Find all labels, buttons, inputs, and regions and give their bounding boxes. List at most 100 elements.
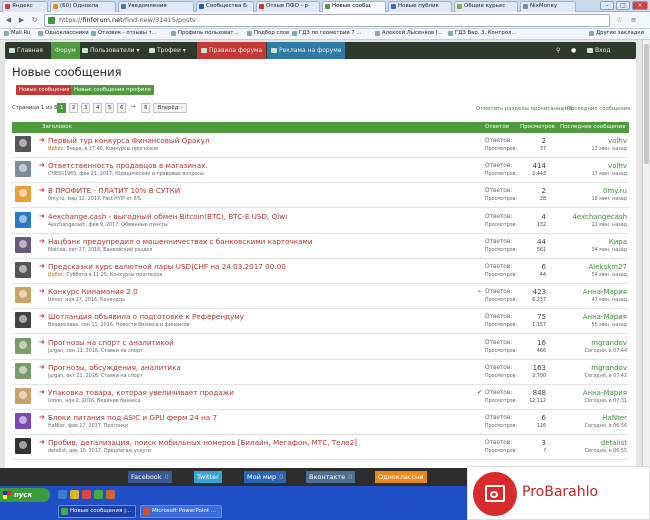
- search-icon[interactable]: ⚲: [552, 42, 564, 59]
- thread-title-link[interactable]: Первый тур конкурса Финансовый Оракул: [48, 136, 209, 145]
- table-row[interactable]: ➜ Прогнозы, обсуждения, аналитика jurgan, …: [12, 360, 629, 385]
- mark-read-link[interactable]: Отметить разделы прочитанными: [476, 106, 572, 112]
- last-post-user-link[interactable]: HaNter: [547, 414, 627, 422]
- close-icon[interactable]: ×: [632, 1, 648, 10]
- tab-7[interactable]: Общие курьес: [454, 1, 518, 12]
- other-bookmarks[interactable]: Другие закладки: [588, 30, 644, 36]
- star-icon[interactable]: ☆: [614, 15, 625, 26]
- avatar[interactable]: [15, 337, 31, 354]
- table-row[interactable]: ➜ Пробив, детализация, поиск мобильных но…: [12, 435, 629, 461]
- avatar[interactable]: [15, 312, 31, 329]
- thread-title-link[interactable]: Прогнозы, обсуждения, аналитика: [48, 363, 181, 372]
- vk-share-button[interactable]: Вконтакте 0: [306, 471, 356, 483]
- last-post-time[interactable]: Сегодня, в 06:56: [547, 424, 627, 429]
- avatar[interactable]: [15, 211, 31, 228]
- twitter-share-button[interactable]: Twitter: [194, 471, 222, 483]
- table-row[interactable]: ➜ Первый тур конкурса Финансовый Оракул Ир…: [12, 133, 629, 158]
- tab-2[interactable]: Уведомления: [118, 1, 194, 12]
- forward-icon[interactable]: ▶: [16, 15, 27, 26]
- scrollbar-thumb[interactable]: [644, 44, 649, 164]
- table-row[interactable]: ➜ Прогнозы на спорт с аналитикой jurgan, с…: [12, 335, 629, 360]
- bookmark-item[interactable]: Одноклассники: [37, 30, 89, 36]
- bookmark-item[interactable]: Отзовик - отзывы т...: [90, 30, 157, 36]
- avatar[interactable]: [15, 262, 31, 278]
- thread-title-link[interactable]: Пробив, детализация, поиск мобильных ном…: [48, 438, 357, 447]
- last-post-user-link[interactable]: detalist: [547, 439, 627, 447]
- last-post-time[interactable]: 13 мин. назад: [547, 147, 627, 152]
- tab-new-posts[interactable]: Новые сообщения: [16, 85, 73, 95]
- tab-profile-posts[interactable]: Новые сообщения профиля: [71, 85, 154, 95]
- last-post-time[interactable]: 34 мин. назад: [547, 248, 627, 253]
- tab-5-active[interactable]: Новые сообщ: [322, 1, 386, 12]
- opera-icon[interactable]: [82, 490, 91, 499]
- last-post-user-link[interactable]: mgrandov: [547, 364, 627, 372]
- last-post-user-link[interactable]: Анна-Мария: [547, 288, 627, 296]
- thread-title-link[interactable]: Нацбанк предупредил о мошенничествах с б…: [48, 237, 313, 246]
- nav-rules[interactable]: Правила форума: [197, 42, 267, 59]
- page-4-button[interactable]: 4: [93, 103, 103, 113]
- tab-0[interactable]: Яндекс: [2, 1, 48, 12]
- last-post-time[interactable]: 18 мин. назад: [547, 197, 627, 202]
- thread-title-link[interactable]: Предсказки курс валютной пары USD|CHF на…: [48, 262, 286, 271]
- thread-title-link[interactable]: Шотландия объявила о подготовке к Рефере…: [48, 312, 244, 321]
- header-title[interactable]: Заголовок: [42, 122, 72, 133]
- table-row[interactable]: ➜ Шотландия объявила о подготовке к Рефер…: [12, 309, 629, 335]
- table-row[interactable]: ➜ В ПРОФИТЕ - ПЛАТИТ 10% В СУТКИ 0my.ru, м…: [12, 183, 629, 209]
- page-6-button[interactable]: 6: [117, 103, 127, 113]
- table-row[interactable]: ➜ Предсказки курс валютной пары USD|CHF н…: [12, 259, 629, 284]
- tab-6[interactable]: Новые публик: [388, 1, 452, 12]
- page-2-button[interactable]: 2: [69, 103, 79, 113]
- menu-icon[interactable]: ≡: [628, 15, 639, 26]
- header-last-post[interactable]: Последнее сообщение: [560, 122, 626, 133]
- thread-prefix[interactable]: Ирбис: [48, 273, 63, 278]
- tab-3[interactable]: Сообщества Б: [196, 1, 254, 12]
- start-button[interactable]: пуск: [0, 488, 50, 502]
- thread-title-link[interactable]: Конкурс Кинамания 2.0: [48, 287, 138, 296]
- avatar[interactable]: [15, 362, 31, 379]
- last-post-time[interactable]: Сегодня, в 06:55: [547, 449, 627, 454]
- last-post-user-link[interactable]: volhv: [547, 137, 627, 145]
- avatar[interactable]: [15, 287, 31, 304]
- bookmark-item[interactable]: Mail.Ru: [3, 30, 30, 36]
- nav-ads[interactable]: Реклама на форуме: [267, 42, 346, 59]
- last-post-time[interactable]: 54 мин. назад: [547, 273, 627, 278]
- task-powerpoint[interactable]: Microsoft PowerPoint ...: [140, 505, 222, 518]
- last-post-time[interactable]: Сегодня, в 07:42: [547, 374, 627, 379]
- last-post-time[interactable]: 22 мин. назад: [547, 223, 627, 228]
- nav-users[interactable]: Пользователи ▾: [78, 42, 143, 59]
- nav-forum[interactable]: Форум: [51, 42, 80, 59]
- reload-icon[interactable]: ↻: [29, 15, 40, 26]
- folder-icon[interactable]: [70, 490, 79, 499]
- maximize-icon[interactable]: □: [616, 1, 630, 10]
- login-button[interactable]: Вход: [583, 42, 615, 59]
- facebook-share-button[interactable]: Facebook 0: [128, 471, 172, 483]
- back-icon[interactable]: ◀: [3, 15, 14, 26]
- mymir-share-button[interactable]: Мой мир 0: [244, 471, 287, 483]
- bookmark-item[interactable]: Подбор слов: [246, 30, 289, 36]
- thread-prefix[interactable]: Ирбис: [48, 147, 63, 152]
- header-replies[interactable]: Ответов: [485, 122, 509, 133]
- bookmark-item[interactable]: Алексей Лысенков |...: [374, 30, 443, 36]
- avatar[interactable]: [15, 438, 31, 455]
- avatar[interactable]: [15, 388, 31, 404]
- last-post-user-link[interactable]: Анна-Мария: [547, 389, 627, 397]
- next-page-button[interactable]: Вперёд ›: [153, 103, 187, 113]
- address-field[interactable]: https://finforum.net/find-new/31415/post…: [44, 14, 610, 27]
- thread-title-link[interactable]: Блоки питания под ASIC и GPU ферм 24 на …: [48, 413, 217, 422]
- bookmark-item[interactable]: Профиль пользоват...: [170, 30, 239, 36]
- user-icon[interactable]: ●: [567, 42, 580, 59]
- header-views[interactable]: Просмотров: [520, 122, 555, 133]
- task-browser[interactable]: Новые сообщения |...: [58, 505, 136, 518]
- thread-title-link[interactable]: Прогнозы на спорт с аналитикой: [48, 338, 174, 347]
- scrollbar[interactable]: [642, 40, 650, 468]
- thread-title-link[interactable]: Ответственность продавцов в магазинах.: [48, 161, 208, 170]
- last-post-time[interactable]: Сегодня, в 07:44: [547, 349, 627, 354]
- avatar[interactable]: [15, 161, 31, 178]
- last-post-time[interactable]: Сегодня, в 07:31: [547, 399, 627, 404]
- page-5-button[interactable]: 5: [105, 103, 115, 113]
- table-row[interactable]: ➜ 4exchange.cash - выгодный обмен Bitcoin…: [12, 209, 629, 234]
- ie-icon[interactable]: [58, 490, 67, 499]
- tab-1[interactable]: (60) Однокла: [50, 1, 116, 12]
- page-8-button[interactable]: 8: [141, 103, 151, 113]
- last-post-time[interactable]: 17 мин. назад: [547, 172, 627, 177]
